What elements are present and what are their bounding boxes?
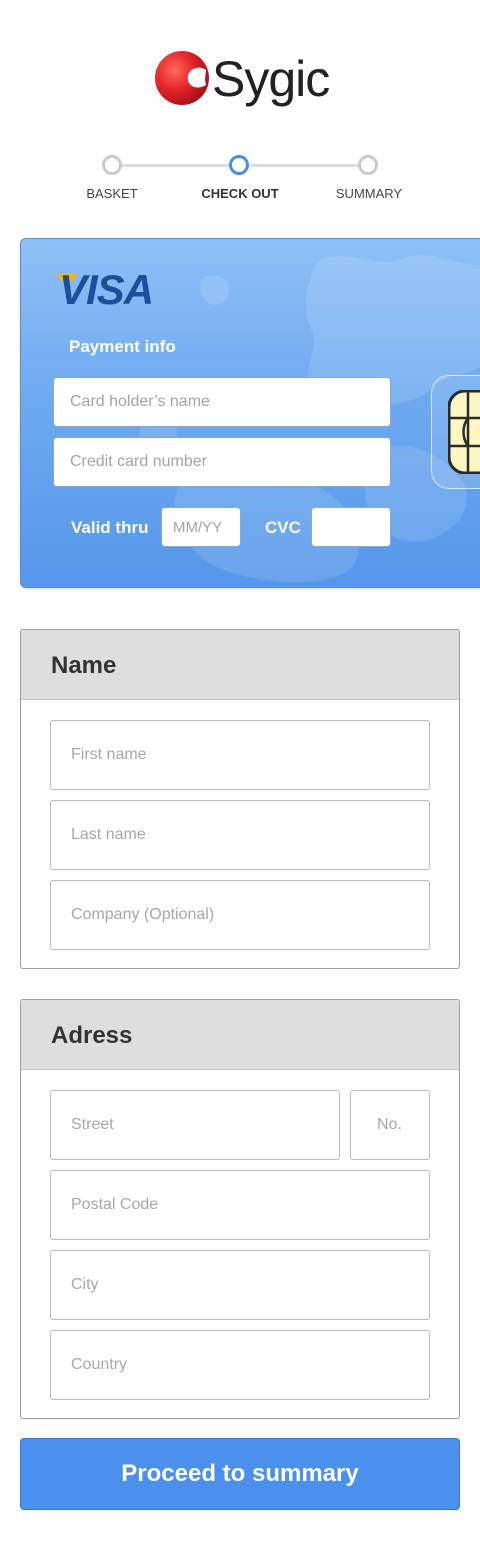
payment-info-title: Payment info xyxy=(69,337,176,356)
step-basket-label[interactable]: BASKET xyxy=(52,186,172,201)
valid-thru-label: Valid thru xyxy=(71,518,149,537)
cvc-label: CVC xyxy=(265,518,301,537)
card-holder-input[interactable] xyxy=(53,377,391,427)
step-checkout-dot[interactable] xyxy=(229,155,249,175)
address-panel-title: Adress xyxy=(51,1022,133,1049)
step-summary-label[interactable]: SUMMARY xyxy=(309,186,429,201)
registered-mark: ® xyxy=(320,68,326,77)
visa-wordmark: VISA xyxy=(59,266,154,313)
first-name-input[interactable] xyxy=(50,720,430,790)
card-chip-frame xyxy=(431,375,480,489)
card-chip-icon xyxy=(448,390,480,474)
progress-line-2 xyxy=(250,164,360,167)
postal-code-input[interactable] xyxy=(50,1170,430,1240)
proceed-to-summary-button[interactable]: Proceed to summary xyxy=(20,1438,460,1510)
brand-name: Sygic xyxy=(212,51,330,107)
name-panel-header: Name xyxy=(21,630,459,700)
card-number-input[interactable] xyxy=(53,437,391,487)
last-name-input[interactable] xyxy=(50,800,430,870)
address-panel: Adress xyxy=(20,999,460,1419)
step-basket-dot[interactable] xyxy=(102,155,122,175)
payment-card: VISA Payment info Valid thru CVC xyxy=(20,238,480,588)
checkout-progress: BASKET CHECK OUT SUMMARY xyxy=(0,150,480,210)
street-input[interactable] xyxy=(50,1090,340,1160)
visa-logo: VISA xyxy=(57,266,169,313)
cvc-input[interactable] xyxy=(311,507,391,547)
sygic-logo: Sygic ® xyxy=(154,48,334,110)
company-input[interactable] xyxy=(50,880,430,950)
progress-line-1 xyxy=(120,164,230,167)
valid-thru-input[interactable] xyxy=(161,507,241,547)
name-panel: Name xyxy=(20,629,460,969)
step-summary-dot[interactable] xyxy=(358,155,378,175)
country-input[interactable] xyxy=(50,1330,430,1400)
sygic-logo-icon xyxy=(155,51,209,105)
address-panel-header: Adress xyxy=(21,1000,459,1070)
step-checkout-label[interactable]: CHECK OUT xyxy=(180,186,300,201)
street-number-input[interactable] xyxy=(350,1090,430,1160)
name-panel-title: Name xyxy=(51,652,117,679)
city-input[interactable] xyxy=(50,1250,430,1320)
